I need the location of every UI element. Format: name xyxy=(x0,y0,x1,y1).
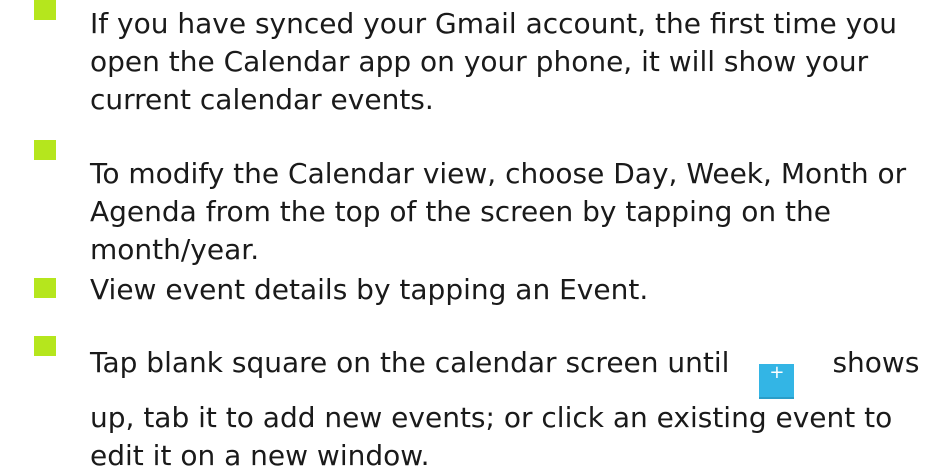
text-line: open the Calendar app on your phone, it … xyxy=(90,45,869,78)
square-bullet-icon xyxy=(34,140,56,160)
text-line: up, tab it to add new events; or click a… xyxy=(90,401,893,434)
square-bullet-icon xyxy=(34,336,56,356)
text-line: edit it on a new window. xyxy=(90,439,430,472)
text-line: View event details by tapping an Event. xyxy=(90,273,649,306)
text-line: If you have synced your Gmail account, t… xyxy=(90,7,898,40)
square-bullet-icon xyxy=(34,0,56,20)
square-bullet-icon xyxy=(34,278,56,298)
bullet-text-add-event: Tap blank square on the calendar screen … xyxy=(90,344,925,475)
text-segment: Tap blank square on the calendar screen … xyxy=(90,346,730,379)
text-line: To modify the Calendar view, choose Day,… xyxy=(90,157,907,190)
plus-icon: + xyxy=(759,364,795,399)
text-segment: shows xyxy=(832,346,920,379)
bullet-text-modify-view: To modify the Calendar view, choose Day,… xyxy=(90,155,925,269)
bullet-text-event-details: View event details by tapping an Event. xyxy=(90,271,925,309)
document-page: If you have synced your Gmail account, t… xyxy=(0,0,942,472)
text-line: Agenda from the top of the screen by tap… xyxy=(90,195,832,228)
text-line: current calendar events. xyxy=(90,83,434,116)
text-line: month/year. xyxy=(90,233,260,266)
text-line: Tap blank square on the calendar screen … xyxy=(90,344,925,399)
bullet-text-sync: If you have synced your Gmail account, t… xyxy=(90,5,925,119)
